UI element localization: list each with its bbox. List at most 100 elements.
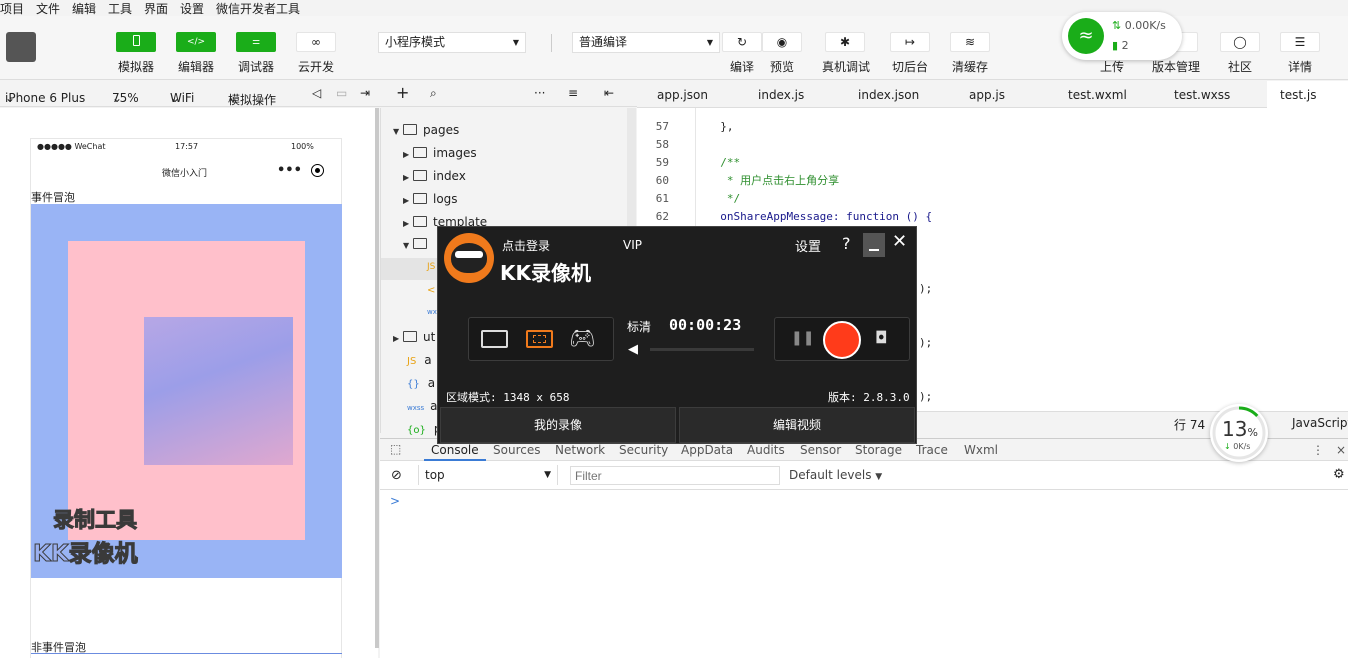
close-icon[interactable]: ✕ <box>892 231 907 252</box>
tab-test-wxss[interactable]: test.wxss <box>1174 88 1230 102</box>
inner-view[interactable] <box>144 317 293 465</box>
clear-console-icon[interactable]: ⊘ <box>391 468 402 483</box>
more-icon[interactable]: ··· <box>534 86 545 100</box>
kk-region-info: 区域模式: 1348 x 658 <box>446 391 570 404</box>
kk-vip-badge[interactable]: VIP <box>623 238 642 252</box>
filter-input[interactable] <box>570 466 780 485</box>
search-icon[interactable]: ⌕ <box>430 86 437 101</box>
mode-select[interactable]: 小程序模式 ▼ <box>378 32 526 53</box>
collapse-icon[interactable]: ⇤ <box>604 86 614 100</box>
sort-icon[interactable]: ≡ <box>568 86 578 100</box>
menu-file[interactable]: 文件 <box>36 0 60 17</box>
tab-sensor[interactable]: Sensor <box>800 443 841 457</box>
volume-slider[interactable] <box>650 348 754 351</box>
fullscreen-mode-icon[interactable] <box>481 330 508 348</box>
background-button[interactable]: ↦ <box>890 32 930 52</box>
inspect-icon[interactable]: ⬚ <box>390 442 401 456</box>
kk-edit-video-button[interactable]: 编辑视频 <box>679 407 915 443</box>
upload-label[interactable]: 上传 <box>1100 58 1124 75</box>
add-icon[interactable]: + <box>396 83 409 102</box>
kk-login-link[interactable]: 点击登录 <box>502 237 550 254</box>
levels-select[interactable]: Default levels ▼ <box>789 468 882 482</box>
outer-view[interactable]: 录制工具 KK录像机 <box>31 204 342 578</box>
menu-edit[interactable]: 编辑 <box>72 0 96 17</box>
menu-project[interactable]: 项目 <box>0 0 24 17</box>
tree-folder-pages[interactable]: ▼ pages <box>393 120 459 140</box>
menu-tools[interactable]: 工具 <box>108 0 132 17</box>
kk-mode-group: 🎮︎ <box>468 317 614 361</box>
record-button[interactable] <box>823 321 861 359</box>
details-button[interactable]: ☰ <box>1280 32 1320 52</box>
tab-trace[interactable]: Trace <box>916 443 948 457</box>
chevron-down-icon: ▼ <box>706 38 713 47</box>
context-select[interactable]: top ▼ <box>418 465 558 485</box>
simulator-button[interactable] <box>116 32 156 52</box>
language-mode[interactable]: JavaScript <box>1292 416 1348 430</box>
tree-file-app-js[interactable]: JS a <box>407 350 432 370</box>
preview-button[interactable]: ◉ <box>762 32 802 52</box>
tab-index-js[interactable]: index.js <box>758 88 804 102</box>
tab-app-json[interactable]: app.json <box>657 88 708 102</box>
kk-quality[interactable]: 标清 <box>627 318 651 335</box>
avatar[interactable] <box>6 32 36 62</box>
tree-file-app-json[interactable]: {} a <box>407 373 435 393</box>
tree-folder-logs[interactable]: ▶ logs <box>403 189 458 209</box>
cpu-monitor[interactable]: 13% ↓ 0K/s <box>1210 404 1268 462</box>
pause-icon[interactable]: ❚❚ <box>791 330 814 346</box>
non-bubble-view[interactable] <box>31 653 342 654</box>
tab-test-wxml[interactable]: test.wxml <box>1068 88 1127 102</box>
rotate-icon[interactable]: ▭ <box>336 86 347 100</box>
tab-app-js[interactable]: app.js <box>969 88 1005 102</box>
network-monitor[interactable]: ≈ ⇅ 0.00K/s ▮ 2 <box>1062 12 1182 60</box>
middle-view[interactable] <box>68 241 305 540</box>
tab-audits[interactable]: Audits <box>747 443 785 457</box>
cloud-button[interactable]: ∞ <box>296 32 336 52</box>
wxml-file-icon[interactable]: < <box>427 285 435 296</box>
gamepad-icon[interactable]: 🎮︎ <box>569 326 596 351</box>
kk-settings-button[interactable]: 设置 <box>795 236 821 255</box>
volume-icon[interactable]: ◁ <box>312 86 321 100</box>
more-icon[interactable]: ••• <box>277 163 302 178</box>
tab-security[interactable]: Security <box>619 443 668 457</box>
tab-appdata[interactable]: AppData <box>681 443 733 457</box>
region-mode-icon[interactable] <box>526 330 553 348</box>
tree-folder-images[interactable]: ▶ images <box>403 143 477 163</box>
close-icon[interactable]: × <box>1336 443 1346 457</box>
kk-my-videos-button[interactable]: 我的录像 <box>440 407 676 443</box>
tab-test-js[interactable]: test.js <box>1280 88 1316 102</box>
tree-folder-utils[interactable]: ▶ ut <box>393 327 435 347</box>
menu-devtools[interactable]: 微信开发者工具 <box>216 0 300 17</box>
more-vertical-icon[interactable]: ⋮ <box>1312 443 1324 457</box>
tab-wxml[interactable]: Wxml <box>964 443 998 457</box>
tree-file-app-wxss[interactable]: wxss a <box>407 396 438 416</box>
kk-help-button[interactable]: ? <box>842 234 851 253</box>
camera-icon[interactable]: ◘ <box>875 328 888 347</box>
compile-button[interactable]: ↻ <box>722 32 762 52</box>
cursor-line[interactable]: 行 74 <box>1174 416 1205 433</box>
menu-view[interactable]: 界面 <box>144 0 168 17</box>
console-prompt[interactable]: > <box>390 494 400 508</box>
chat-icon: ◯ <box>1233 35 1247 49</box>
close-capsule-icon[interactable] <box>311 164 324 177</box>
tab-index-json[interactable]: index.json <box>858 88 919 102</box>
community-button[interactable]: ◯ <box>1220 32 1260 52</box>
clear-cache-button[interactable]: ≋ <box>950 32 990 52</box>
tab-storage[interactable]: Storage <box>855 443 902 457</box>
compile-mode-select[interactable]: 普通编译 ▼ <box>572 32 720 53</box>
volume-icon[interactable]: ◀ <box>628 342 638 357</box>
tab-sources[interactable]: Sources <box>493 443 540 457</box>
preview-label: 预览 <box>770 60 795 74</box>
detach-icon[interactable]: ⇥ <box>360 86 370 100</box>
menu-settings[interactable]: 设置 <box>180 0 204 17</box>
editor-button[interactable]: </> <box>176 32 216 52</box>
tab-network[interactable]: Network <box>555 443 605 457</box>
tree-folder-test[interactable]: ▼ <box>403 234 433 254</box>
simulator-scrollbar[interactable] <box>375 108 379 648</box>
kk-minimize-button[interactable] <box>863 233 885 257</box>
real-debug-button[interactable]: ✱ <box>825 32 865 52</box>
tab-console[interactable]: Console <box>431 443 479 457</box>
debugger-button[interactable]: ⚌ <box>236 32 276 52</box>
tree-folder-index[interactable]: ▶ index <box>403 166 466 186</box>
active-tab-indicator <box>424 459 486 461</box>
gear-icon[interactable]: ⚙ <box>1333 467 1345 482</box>
